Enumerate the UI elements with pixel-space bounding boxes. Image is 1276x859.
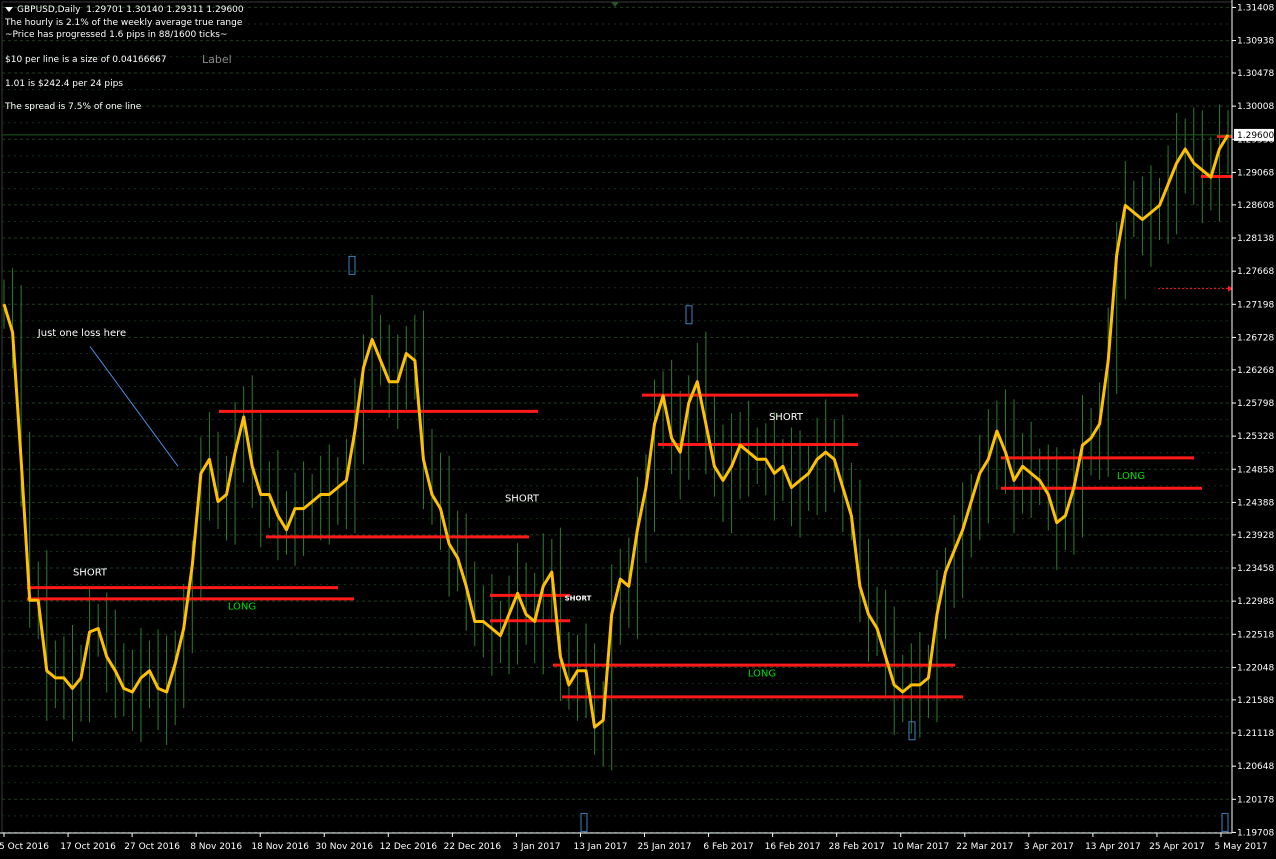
annotation-short: SHORT <box>769 412 804 423</box>
annotation-long: LONG <box>748 668 776 679</box>
info-line-pips: 1.01 is $242.4 per 24 pips <box>5 79 124 89</box>
price-tick-label: 1.23458 <box>1237 564 1274 574</box>
price-tick-label: 1.27198 <box>1237 300 1274 310</box>
chart-annotations: SHORT LONG SHORT SHORT SHORT LONG LONG Just one… <box>37 2 1145 679</box>
price-tick-label: 1.25328 <box>1237 432 1274 442</box>
price-tick-label: 1.19708 <box>1237 828 1274 838</box>
grid-lines <box>1 1 1233 834</box>
price-tick-label: 1.24388 <box>1237 498 1274 508</box>
price-tick-label: 1.25798 <box>1237 399 1274 409</box>
time-axis[interactable]: 5 Oct 2016 17 Oct 2016 27 Oct 2016 8 Nov 20… <box>0 832 1268 852</box>
fractal-markers <box>348 255 1229 832</box>
price-tick-label: 1.20648 <box>1237 762 1274 772</box>
time-tick-label: 30 Nov 2016 <box>315 842 373 852</box>
time-tick-label: 22 Dec 2016 <box>444 842 502 852</box>
price-tick-label: 1.27668 <box>1237 267 1274 277</box>
time-tick-label: 18 Nov 2016 <box>251 842 309 852</box>
price-tick-label: 1.28138 <box>1237 234 1274 244</box>
chart-ohlc: 1.29701 1.30140 1.29311 1.29600 <box>86 5 244 15</box>
time-tick-label: 8 Nov 2016 <box>190 842 242 852</box>
plot-frame <box>1 1 1233 834</box>
chart-header: GBPUSD,Daily 1.29701 1.30140 1.29311 1.2… <box>5 5 244 15</box>
price-tick-label: 1.31408 <box>1237 3 1274 13</box>
annotation-short-small: SHORT <box>565 594 592 602</box>
fractal-marker-icon <box>348 255 356 275</box>
time-tick-label: 25 Jan 2017 <box>638 842 692 852</box>
price-tick-label: 1.23928 <box>1237 531 1274 541</box>
price-tick-label: 1.22048 <box>1237 663 1274 673</box>
time-tick-label: 3 Jan 2017 <box>512 842 560 852</box>
time-tick-label: 28 Feb 2017 <box>829 842 885 852</box>
time-tick-label: 13 Jan 2017 <box>573 842 627 852</box>
price-tick-label: 1.26268 <box>1237 366 1274 376</box>
time-tick-label: 13 Apr 2017 <box>1085 842 1141 852</box>
price-tick-label: 1.20178 <box>1237 795 1274 805</box>
label-object[interactable]: Label <box>202 53 232 66</box>
time-tick-label: 27 Oct 2016 <box>124 842 180 852</box>
time-tick-label: 3 Apr 2017 <box>1024 842 1074 852</box>
price-line-series <box>2 134 1230 729</box>
time-tick-label: 16 Feb 2017 <box>765 842 821 852</box>
time-tick-label: 25 Apr 2017 <box>1149 842 1205 852</box>
time-tick-label: 6 Feb 2017 <box>703 842 753 852</box>
annotation-long: LONG <box>1117 471 1145 482</box>
price-tick-label: 1.30008 <box>1237 102 1274 112</box>
info-line-progress: ~Price has progressed 1.6 pips in 88/160… <box>5 30 228 40</box>
time-tick-label: 5 May 2017 <box>1215 842 1268 852</box>
scroll-marker-icon <box>611 2 619 7</box>
price-tick-label: 1.24858 <box>1237 465 1274 475</box>
time-tick-label: 5 Oct 2016 <box>0 842 49 852</box>
price-tick-label: 1.21588 <box>1237 696 1274 706</box>
annotation-short: SHORT <box>505 494 540 505</box>
annotation-short: SHORT <box>73 568 108 579</box>
chart-symbol: GBPUSD,Daily <box>17 5 81 15</box>
price-tick-label: 1.22988 <box>1237 597 1274 607</box>
price-tick-label: 1.29068 <box>1237 168 1274 178</box>
chart-menu-triangle-icon[interactable] <box>5 7 13 12</box>
price-tick-label: 1.21118 <box>1237 729 1274 739</box>
fractal-marker-icon <box>908 721 916 741</box>
annotation-pointer-line <box>89 346 179 467</box>
price-tick-label: 1.22518 <box>1237 630 1274 640</box>
price-tick-label: 1.26728 <box>1237 333 1274 343</box>
time-tick-label: 12 Dec 2016 <box>380 842 438 852</box>
info-line-spread: The spread is 7.5% of one line <box>5 102 142 112</box>
price-tick-label: 1.28608 <box>1237 201 1274 211</box>
time-tick-label: 17 Oct 2016 <box>60 842 116 852</box>
info-line-size: $10 per line is a size of 0.04166667 <box>5 55 167 65</box>
info-line-atr: The hourly is 2.1% of the weekly average… <box>5 18 243 28</box>
price-axis[interactable]: 1.314081.309381.304781.300081.295381.290… <box>1231 0 1274 838</box>
price-tick-label: 1.30478 <box>1237 69 1274 79</box>
annotation-note: Just one loss here <box>37 328 126 339</box>
price-tick-label: 1.30938 <box>1237 37 1274 47</box>
current-price-label: 1.29600 <box>1237 131 1274 141</box>
price-chart[interactable]: SHORT LONG SHORT SHORT SHORT LONG LONG Just one… <box>0 0 1276 859</box>
time-tick-label: 10 Mar 2017 <box>892 842 949 852</box>
time-tick-label: 22 Mar 2017 <box>956 842 1013 852</box>
annotation-long: LONG <box>228 601 256 612</box>
